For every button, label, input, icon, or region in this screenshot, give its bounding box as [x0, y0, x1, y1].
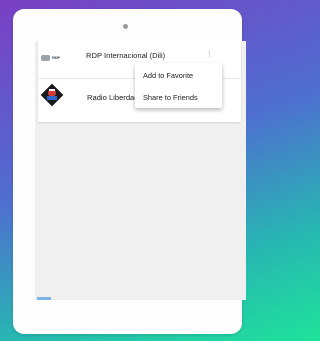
scroll-indicator [37, 297, 51, 300]
rdp-logo: RDP [41, 54, 67, 61]
liberdade-logo [40, 83, 64, 107]
context-menu: Add to Favorite Share to Friends [135, 63, 222, 108]
menu-item-add-favorite[interactable]: Add to Favorite [143, 71, 193, 80]
station-title: RDP Internacional (Dili) [86, 51, 166, 60]
menu-item-share[interactable]: Share to Friends [143, 93, 198, 102]
more-options-icon[interactable]: ⋮ [206, 51, 213, 62]
rdp-logo-mark [41, 54, 50, 61]
rdp-logo-text: RDP [52, 55, 60, 60]
camera-dot [123, 24, 128, 29]
